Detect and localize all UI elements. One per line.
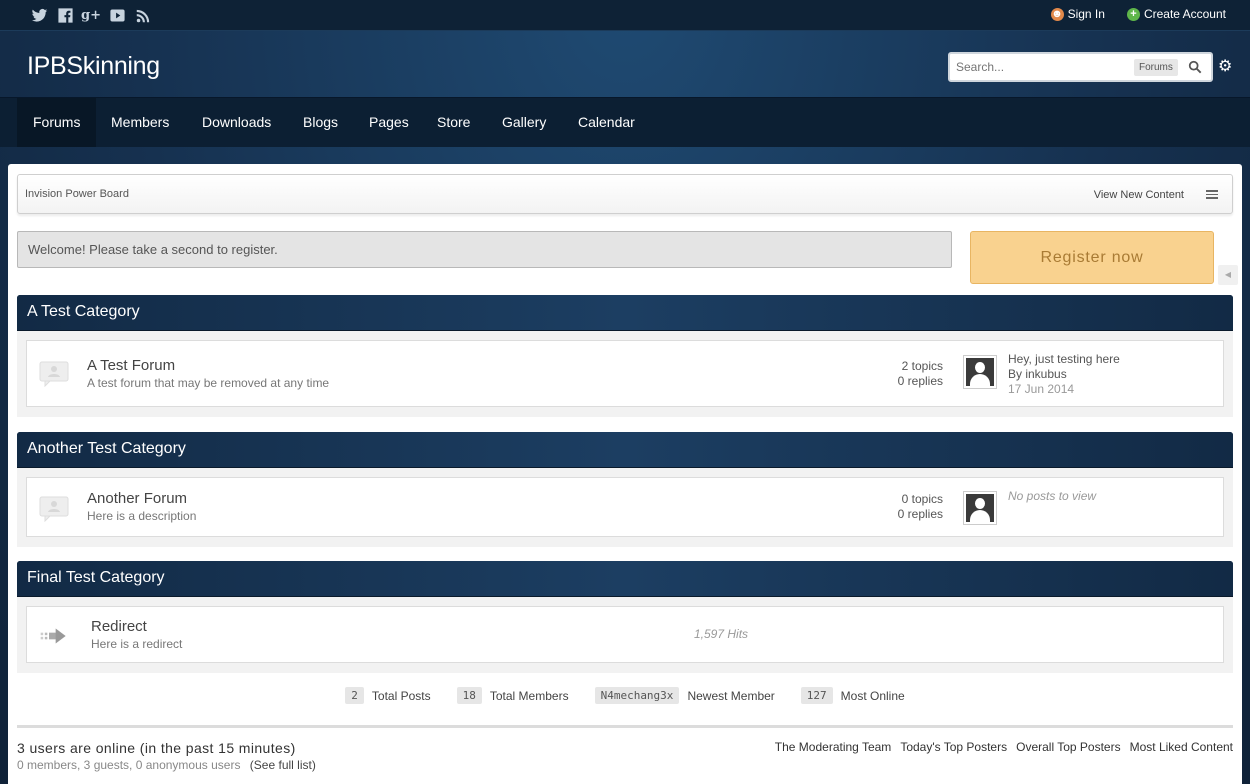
overall-top-posters-link[interactable]: Overall Top Posters xyxy=(1016,740,1121,754)
plus-icon: + xyxy=(1126,7,1140,21)
social-links: g+ xyxy=(30,6,152,24)
moderating-team-link[interactable]: The Moderating Team xyxy=(775,740,892,754)
user-icon: ☻ xyxy=(1050,7,1064,21)
register-now-button[interactable]: Register now xyxy=(970,231,1214,284)
see-full-list-link[interactable]: (See full list) xyxy=(250,758,316,772)
tab-blogs[interactable]: Blogs xyxy=(287,98,354,147)
reply-count: 0 replies xyxy=(897,507,943,521)
collapse-icon[interactable]: ◀ xyxy=(1218,265,1238,285)
twitter-icon[interactable] xyxy=(30,6,48,24)
view-new-content-link[interactable]: View New Content xyxy=(1094,189,1184,201)
sign-in-link[interactable]: ☻ Sign In xyxy=(1050,7,1105,21)
tab-gallery[interactable]: Gallery xyxy=(486,98,562,147)
redirect-icon xyxy=(40,628,66,644)
avatar[interactable] xyxy=(963,355,997,389)
no-posts-text: No posts to view xyxy=(1008,489,1097,503)
content-panel: Invision Power Board View New Content We… xyxy=(8,164,1242,784)
tab-calendar[interactable]: Calendar xyxy=(562,98,651,147)
facebook-icon[interactable] xyxy=(56,6,74,24)
forum-name[interactable]: Another Forum xyxy=(87,490,187,507)
search-input[interactable] xyxy=(950,60,1130,74)
stat-label: Most Online xyxy=(840,688,905,703)
last-post-info: Hey, just testing here By inkubus 17 Jun… xyxy=(1008,352,1120,397)
gear-icon[interactable]: ⚙ xyxy=(1218,56,1232,76)
forum-stats: 0 topics 0 replies xyxy=(898,492,943,522)
tab-pages[interactable]: Pages xyxy=(353,98,425,147)
forum-name[interactable]: A Test Forum xyxy=(87,357,175,374)
create-account-label: Create Account xyxy=(1143,7,1226,21)
online-breakdown-text: 0 members, 3 guests, 0 anonymous users xyxy=(17,758,241,772)
category-a-test: A Test Category A Test Forum A test foru… xyxy=(17,295,1233,417)
category-title[interactable]: Final Test Category xyxy=(17,561,1233,597)
forum-description: Here is a description xyxy=(87,509,197,523)
tab-store[interactable]: Store xyxy=(421,98,486,147)
stat-value: 2 xyxy=(345,687,364,704)
stat-label: Newest Member xyxy=(687,688,775,703)
online-users-breakdown: 0 members, 3 guests, 0 anonymous users (… xyxy=(17,758,316,772)
divider xyxy=(17,725,1233,728)
topic-count: 0 topics xyxy=(901,492,943,506)
tab-forums[interactable]: Forums xyxy=(17,98,97,147)
stat-newest-member: N4mechang3x Newest Member xyxy=(594,687,775,704)
stat-total-members: 18 Total Members xyxy=(456,687,569,704)
breadcrumb: Invision Power Board View New Content xyxy=(17,174,1233,214)
newest-member-link[interactable]: N4mechang3x xyxy=(594,687,680,704)
forum-description: A test forum that may be removed at any … xyxy=(87,376,330,390)
footer-links: The Moderating Team Today's Top Posters … xyxy=(775,740,1233,754)
forum-row: A Test Forum A test forum that may be re… xyxy=(26,340,1224,407)
forum-name[interactable]: Redirect xyxy=(91,618,147,635)
last-post-title[interactable]: Hey, just testing here xyxy=(1008,352,1120,367)
forum-read-icon xyxy=(39,361,69,387)
stat-label: Total Members xyxy=(489,688,569,703)
stat-label: Total Posts xyxy=(371,688,431,703)
category-title[interactable]: Another Test Category xyxy=(17,432,1233,468)
most-liked-content-link[interactable]: Most Liked Content xyxy=(1130,740,1233,754)
reply-count: 0 replies xyxy=(897,374,943,388)
top-bar: g+ ☻ Sign In + Create Account xyxy=(0,0,1250,31)
avatar xyxy=(963,491,997,525)
last-post-author[interactable]: By inkubus xyxy=(1008,367,1120,382)
online-users-title: 3 users are online (in the past 15 minut… xyxy=(17,740,296,756)
category-another-test: Another Test Category Another Forum Here… xyxy=(17,432,1233,547)
forum-row: Another Forum Here is a description 0 to… xyxy=(26,477,1224,537)
stat-most-online: 127 Most Online xyxy=(800,687,905,704)
tab-downloads[interactable]: Downloads xyxy=(186,98,287,147)
google-plus-icon[interactable]: g+ xyxy=(81,6,101,24)
list-icon[interactable] xyxy=(1206,190,1218,199)
main-nav: Forums Members Downloads Blogs Pages Sto… xyxy=(0,97,1250,147)
category-title[interactable]: A Test Category xyxy=(17,295,1233,331)
breadcrumb-home[interactable]: Invision Power Board xyxy=(25,188,129,200)
search-icon[interactable] xyxy=(1188,60,1202,74)
forum-row-redirect: Redirect Here is a redirect 1,597 Hits xyxy=(26,606,1224,663)
forum-description: Here is a redirect xyxy=(91,637,183,651)
todays-top-posters-link[interactable]: Today's Top Posters xyxy=(900,740,1007,754)
category-final-test: Final Test Category Redirect Here is a r… xyxy=(17,561,1233,673)
stat-value: 127 xyxy=(800,687,833,704)
tab-members[interactable]: Members xyxy=(95,98,185,147)
topic-count: 2 topics xyxy=(901,359,943,373)
youtube-icon[interactable] xyxy=(108,6,126,24)
user-links: ☻ Sign In + Create Account xyxy=(1050,7,1226,21)
rss-icon[interactable] xyxy=(134,6,152,24)
site-logo[interactable]: IPBSkinning xyxy=(27,52,160,81)
forum-stats: 2 topics 0 replies xyxy=(898,359,943,389)
board-stats: 2 Total Posts 18 Total Members N4mechang… xyxy=(8,687,1242,704)
stat-value: 18 xyxy=(456,687,482,704)
redirect-hits: 1,597 Hits xyxy=(694,627,749,641)
sign-in-label: Sign In xyxy=(1067,7,1105,21)
search-box: Forums xyxy=(948,52,1213,82)
create-account-link[interactable]: + Create Account xyxy=(1126,7,1226,21)
search-scope-button[interactable]: Forums xyxy=(1134,58,1178,76)
stat-total-posts: 2 Total Posts xyxy=(345,687,431,704)
welcome-message: Welcome! Please take a second to registe… xyxy=(17,231,952,268)
last-post-date: 17 Jun 2014 xyxy=(1008,382,1075,396)
forum-read-icon xyxy=(39,496,69,522)
